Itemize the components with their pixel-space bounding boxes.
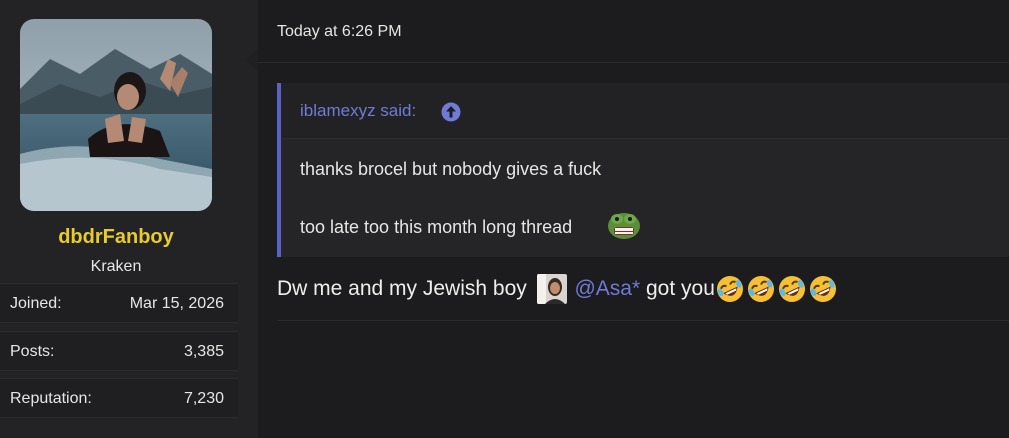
post-container: dbdrFanboy Kraken Joined: Mar 15, 2026 P… [0,0,1009,438]
message-header: Today at 6:26 PM [258,0,1009,63]
arrow-up-circle-icon[interactable] [441,102,461,122]
username[interactable]: dbdrFanboy [0,226,232,249]
stat-label: Reputation: [10,390,92,407]
rofl-icon [778,276,805,302]
post-body-text: got you [645,277,715,300]
stat-value: 7,230 [183,390,224,407]
pepe-icon [608,213,640,239]
divider [277,320,1009,321]
stat-label: Posts: [10,343,55,360]
bubble-pointer [246,48,258,72]
quote-block: iblamexyz said: thanks brocel but nobody… [277,83,1009,257]
mention-avatar[interactable] [536,274,567,304]
rofl-icon [747,276,774,302]
rofl-icon [716,276,743,302]
stat-label: Joined: [10,295,62,312]
user-mention-link[interactable]: @Asa* [574,277,640,300]
quote-header: iblamexyz said: [281,83,1009,139]
stat-joined: Joined: Mar 15, 2026 [0,283,238,323]
user-title: Kraken [90,258,142,275]
quote-text-line: too late too this month long thread [300,217,573,237]
stat-posts: Posts: 3,385 [0,331,238,371]
quote-author[interactable]: iblamexyz said: [300,101,416,121]
quote-text-line: thanks brocel but nobody gives a fuck [300,159,602,179]
post-timestamp[interactable]: Today at 6:26 PM [277,23,402,41]
stat-value: 3,385 [183,343,224,360]
avatar[interactable] [20,19,212,211]
stat-reputation: Reputation: 7,230 [0,378,238,418]
rofl-icon [809,276,836,302]
post-body: Dw me and my Jewish boy @Asa* got you [277,274,839,304]
post-body-text: Dw me and my Jewish boy [277,277,527,300]
user-sidebar: dbdrFanboy Kraken Joined: Mar 15, 2026 P… [0,0,259,438]
stat-value: Mar 15, 2026 [129,295,224,312]
message-area: Today at 6:26 PM iblamexyz said: thanks … [258,0,1009,438]
